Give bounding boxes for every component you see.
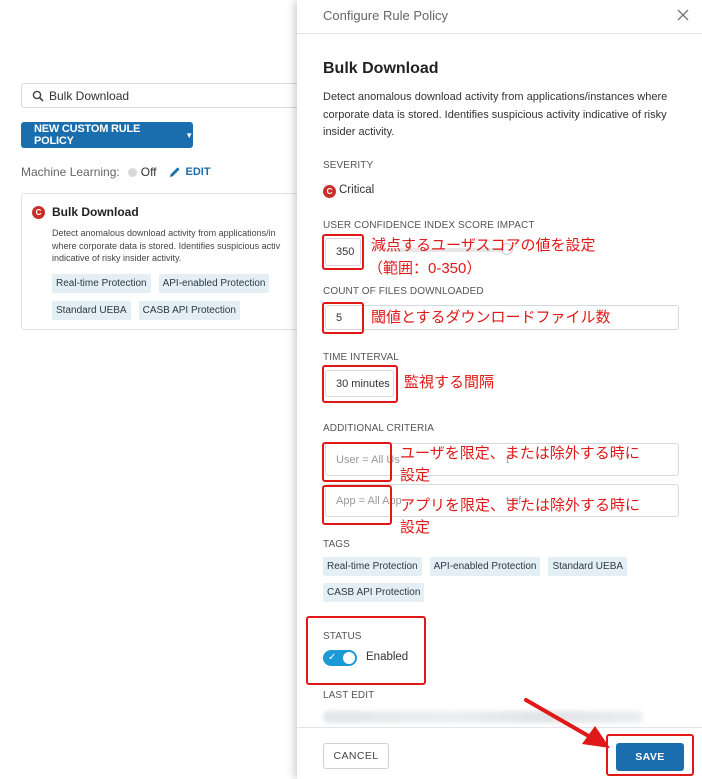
- score-highlight-box: [322, 234, 364, 270]
- caret-down-icon: ▼: [185, 130, 193, 140]
- interval-label: TIME INTERVAL: [323, 352, 399, 363]
- tag-badge: API-enabled Protection: [429, 557, 541, 576]
- drawer-header: Configure Rule Policy: [297, 0, 702, 34]
- count-highlight-box: [322, 302, 364, 334]
- critical-severity-icon: C: [32, 206, 45, 219]
- app-criteria-annotation: アプリを限定、または除外する時に: [400, 497, 641, 514]
- tag-badge: API-enabled Protection: [158, 274, 270, 293]
- interval-annotation: 監視する間隔: [404, 374, 495, 391]
- drawer-header-title: Configure Rule Policy: [323, 8, 449, 23]
- close-button[interactable]: [676, 8, 690, 27]
- pencil-icon: [169, 167, 180, 177]
- severity-value: Critical: [339, 183, 375, 196]
- status-highlight-box: [306, 616, 426, 685]
- tag-badge: CASB API Protection: [323, 583, 425, 602]
- new-custom-rule-policy-button[interactable]: NEW CUSTOM RULE POLICY ▼: [21, 122, 193, 148]
- user-criteria-highlight-box: [322, 442, 392, 482]
- search-value: Bulk Download: [49, 88, 130, 103]
- close-icon: [677, 9, 689, 21]
- search-icon: [32, 90, 44, 102]
- tags-label: TAGS: [323, 539, 350, 550]
- machine-learning-state: Off: [140, 165, 157, 179]
- tag-badge: Real-time Protection: [52, 274, 151, 293]
- search-input[interactable]: Bulk Download: [21, 83, 321, 108]
- rule-tags: Real-time Protection API-enabled Protect…: [323, 557, 683, 602]
- edit-link[interactable]: EDIT: [169, 166, 211, 178]
- machine-learning-label: Machine Learning:: [21, 165, 120, 179]
- score-annotation: 減点するユーザスコアの値を設定: [371, 237, 596, 254]
- criteria-label: ADDITIONAL CRITERIA: [323, 423, 434, 434]
- app-criteria-annotation-2: 設定: [400, 519, 431, 536]
- critical-severity-icon: C: [323, 185, 336, 198]
- edit-label: EDIT: [185, 166, 211, 178]
- tag-badge: Standard UEBA: [52, 301, 131, 320]
- rule-card-desc-line: indicative of risky insider activity.: [52, 253, 182, 263]
- machine-learning-row: Machine Learning: Off EDIT: [21, 165, 211, 179]
- count-label: COUNT OF FILES DOWNLOADED: [323, 286, 484, 297]
- severity-value-row: C Critical: [323, 181, 374, 198]
- pointer-arrow-icon: [524, 698, 610, 748]
- rule-card-description: Detect anomalous download activity from …: [52, 227, 320, 265]
- rule-card-title: Bulk Download: [52, 205, 139, 219]
- user-criteria-annotation: ユーザを限定、または除外する時に: [400, 445, 640, 462]
- app-criteria-highlight-box: [322, 485, 392, 525]
- status-dot-icon: [127, 167, 137, 177]
- count-annotation: 閾値とするダウンロードファイル数: [371, 309, 611, 326]
- rule-card-bulk-download[interactable]: C Bulk Download Detect anomalous downloa…: [21, 193, 321, 330]
- rule-description: Detect anomalous download activity from …: [323, 91, 668, 138]
- cancel-button[interactable]: CANCEL: [323, 743, 389, 769]
- rule-card-tags: Real-time Protection API-enabled Protect…: [52, 274, 320, 320]
- score-range-annotation: （範囲：0-350）: [368, 260, 482, 277]
- tag-badge: Real-time Protection: [323, 557, 422, 576]
- rule-title: Bulk Download: [323, 60, 439, 77]
- severity-label: SEVERITY: [323, 160, 374, 171]
- new-rule-label: NEW CUSTOM RULE POLICY: [34, 123, 141, 147]
- tag-badge: CASB API Protection: [138, 301, 240, 320]
- ucis-label: USER CONFIDENCE INDEX SCORE IMPACT: [323, 220, 535, 231]
- tag-badge: Standard UEBA: [548, 557, 628, 576]
- interval-highlight-box: [322, 365, 398, 403]
- screenshot-root: Bulk Download NEW CUSTOM RULE POLICY ▼ M…: [0, 0, 702, 779]
- last-edit-label: LAST EDIT: [323, 690, 375, 701]
- user-criteria-annotation-2: 設定: [400, 467, 431, 484]
- rule-card-desc-line: Detect anomalous download activity from …: [52, 228, 276, 238]
- rule-card-desc-line: where corporate data is stored. Identifi…: [52, 240, 281, 251]
